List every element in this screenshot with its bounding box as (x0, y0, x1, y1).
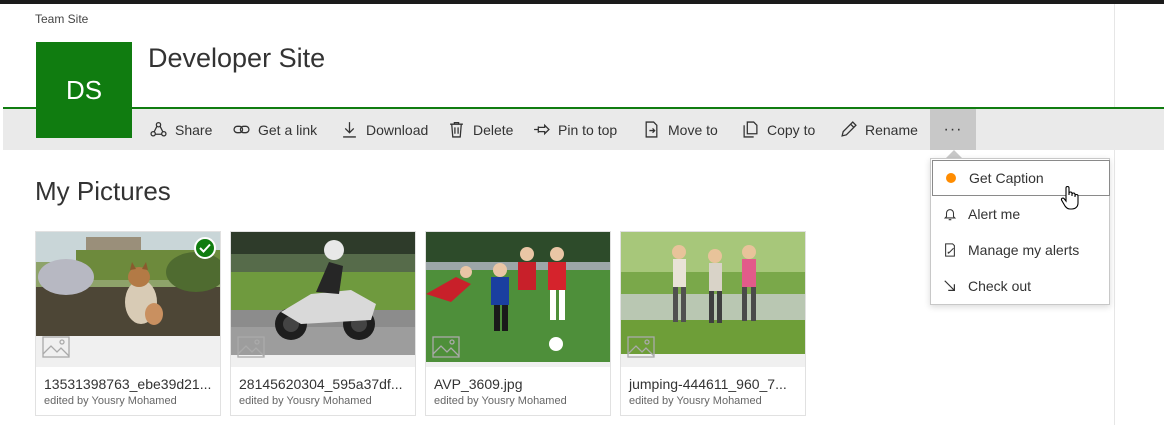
breadcrumb[interactable]: Team Site (35, 12, 88, 26)
orange-dot-icon (943, 170, 959, 186)
site-title[interactable]: Developer Site (148, 43, 325, 74)
file-tile[interactable]: 13531398763_ebe39d21... edited by Yousry… (35, 231, 221, 416)
file-name[interactable]: 28145620304_595a37df... (239, 376, 403, 392)
move-to-label: Move to (668, 121, 718, 138)
menu-item-label: Get Caption (969, 170, 1044, 186)
image-placeholder-icon (42, 336, 70, 358)
hand-cursor-icon (1060, 186, 1079, 210)
menu-item-get-caption[interactable]: Get Caption (932, 160, 1110, 196)
pin-to-top-label: Pin to top (558, 121, 618, 138)
menu-item-label: Alert me (968, 206, 1021, 222)
share-label: Share (175, 121, 213, 138)
menu-caret (946, 150, 962, 158)
more-options-menu: Get Caption Alert me Manage my alerts Ch… (930, 158, 1110, 305)
move-to-button[interactable]: Move to (643, 109, 718, 150)
site-initials: DS (65, 74, 103, 105)
pin-icon (534, 123, 550, 136)
image-placeholder-icon (627, 336, 655, 358)
image-placeholder-icon (237, 336, 265, 358)
delete-button[interactable]: Delete (448, 109, 513, 150)
file-tile[interactable]: 28145620304_595a37df... edited by Yousry… (230, 231, 416, 416)
download-button[interactable]: Download (341, 109, 428, 150)
selected-check-icon[interactable] (194, 237, 216, 259)
more-options-icon: ··· (943, 120, 963, 138)
file-editor: edited by Yousry Mohamed (239, 395, 372, 407)
section-title: My Pictures (35, 176, 171, 206)
panel-divider (1114, 4, 1115, 425)
file-tile[interactable]: jumping-444611_960_7... edited by Yousry… (620, 231, 806, 416)
pin-to-top-button[interactable]: Pin to top (533, 109, 617, 150)
copy-to-button[interactable]: Copy to (742, 109, 815, 150)
file-tile[interactable]: AVP_3609.jpg edited by Yousry Mohamed (425, 231, 611, 416)
delete-label: Delete (473, 121, 514, 138)
image-placeholder-icon (432, 336, 460, 358)
move-icon (645, 121, 658, 138)
share-icon (150, 121, 167, 137)
copy-icon (743, 121, 758, 138)
file-editor: edited by Yousry Mohamed (434, 395, 567, 407)
get-link-label: Get a link (258, 121, 318, 138)
manage-alerts-icon (942, 242, 958, 258)
trash-icon (450, 121, 463, 138)
link-icon (233, 125, 250, 134)
get-link-button[interactable]: Get a link (233, 109, 317, 150)
menu-item-label: Check out (968, 278, 1032, 294)
rename-button[interactable]: Rename (840, 109, 918, 150)
menu-item-check-out[interactable]: Check out (932, 268, 1110, 304)
site-logo[interactable]: DS (36, 42, 132, 138)
rename-label: Rename (865, 121, 918, 138)
copy-to-label: Copy to (767, 121, 816, 138)
file-editor: edited by Yousry Mohamed (629, 395, 762, 407)
file-name[interactable]: 13531398763_ebe39d21... (44, 376, 211, 392)
check-out-icon (942, 278, 958, 294)
file-editor: edited by Yousry Mohamed (44, 395, 177, 407)
menu-item-manage-alerts[interactable]: Manage my alerts (932, 232, 1110, 268)
file-name[interactable]: AVP_3609.jpg (434, 376, 522, 392)
menu-item-label: Manage my alerts (968, 242, 1080, 258)
share-button[interactable]: Share (150, 109, 212, 150)
bell-icon (942, 206, 958, 222)
top-bar (0, 0, 1164, 4)
pencil-icon (841, 121, 857, 137)
more-options-button[interactable]: ··· (930, 109, 976, 150)
download-icon (343, 122, 356, 138)
menu-item-alert-me[interactable]: Alert me (932, 196, 1110, 232)
download-label: Download (366, 121, 429, 138)
file-name[interactable]: jumping-444611_960_7... (629, 376, 787, 392)
